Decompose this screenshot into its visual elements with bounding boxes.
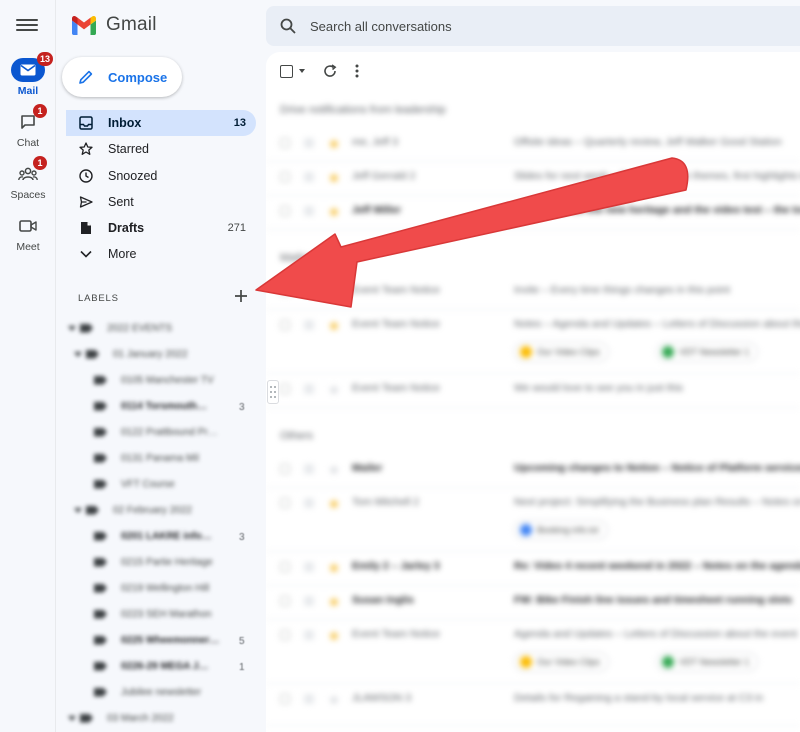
- rail-item-spaces[interactable]: 1 Spaces: [0, 156, 56, 201]
- nav-item-inbox[interactable]: Inbox 13: [66, 110, 256, 136]
- list-toolbar: [266, 52, 800, 90]
- label-item[interactable]: 0201 LAKRE info…: [94, 527, 212, 545]
- label-item[interactable]: 0114 Torsmouth…: [94, 397, 207, 415]
- label-item[interactable]: Jubilee newsletter: [94, 683, 201, 701]
- nav-item-more[interactable]: More: [66, 241, 256, 267]
- rail-item-label: Meet: [16, 241, 40, 253]
- label-count: 5: [239, 636, 245, 647]
- search-input[interactable]: Search all conversations: [310, 19, 452, 34]
- draft-icon: [78, 220, 94, 236]
- label-item[interactable]: 0122 Prattbound Pr…: [94, 423, 218, 441]
- chat-badge: 1: [33, 104, 47, 118]
- table-row[interactable]: Susan Inglis FW: Bike Finish line issues …: [266, 588, 800, 620]
- label-item[interactable]: 0105 Manchester TV: [94, 371, 214, 389]
- pencil-icon: [79, 70, 93, 84]
- main-menu-icon[interactable]: [16, 14, 38, 36]
- label-item[interactable]: 0219 Wellington Hill: [94, 579, 209, 597]
- top-bar: Search all conversations: [264, 0, 800, 52]
- rail-item-label: Mail: [17, 85, 39, 97]
- mail-icon: 13: [11, 52, 53, 82]
- sidebar: Gmail Compose Inbox 13 Starred Snoozed S…: [56, 0, 264, 732]
- rail-item-label: Chat: [16, 137, 40, 149]
- mail-list-panel: Drive notifications from leadership me, …: [266, 52, 800, 732]
- label-item[interactable]: 0131 Panama Mil: [94, 449, 199, 467]
- search-bar[interactable]: Search all conversations: [266, 6, 800, 46]
- table-row[interactable]: Jeff Miller Quick note on the new heritag…: [266, 198, 800, 230]
- label-count: 1: [239, 662, 245, 673]
- nav-label: Drafts: [108, 221, 145, 236]
- label-item[interactable]: 01 January 2022: [74, 345, 188, 363]
- compose-button[interactable]: Compose: [62, 57, 182, 97]
- select-all-checkbox[interactable]: [280, 64, 293, 78]
- app-rail: 13 Mail 1 Chat 1 Spaces Meet: [0, 0, 56, 732]
- label-count: 3: [239, 402, 245, 413]
- section-header: Drive notifications from leadership: [280, 104, 446, 116]
- gmail-logo[interactable]: Gmail: [72, 14, 157, 36]
- section-header: Others: [280, 430, 314, 442]
- folder-nav: Inbox 13 Starred Snoozed Sent Drafts 271…: [66, 110, 256, 268]
- table-row[interactable]: Event Team Notice Invite – Every time thi…: [266, 278, 800, 310]
- spaces-icon: 1: [11, 156, 47, 186]
- meet-icon: [11, 214, 45, 238]
- label-count: 3: [239, 532, 245, 543]
- nav-label: Inbox: [108, 116, 142, 130]
- nav-item-sent[interactable]: Sent: [66, 189, 256, 215]
- labels-heading: LABELS: [78, 293, 119, 304]
- label-item[interactable]: 03 March 2022: [68, 709, 174, 727]
- more-options-icon[interactable]: [355, 64, 359, 78]
- star-icon: [78, 141, 94, 157]
- refresh-icon[interactable]: [323, 64, 337, 78]
- drafts-count: 271: [227, 222, 246, 235]
- spaces-badge: 1: [33, 156, 47, 170]
- nav-label: Sent: [108, 194, 134, 209]
- send-icon: [78, 194, 94, 210]
- gmail-m-icon: [72, 15, 96, 35]
- nav-item-drafts[interactable]: Drafts 271: [66, 215, 256, 241]
- rail-item-label: Spaces: [10, 189, 46, 201]
- label-item[interactable]: 2022 EVENTS: [68, 319, 172, 337]
- rail-item-meet[interactable]: Meet: [0, 214, 56, 253]
- compose-label: Compose: [108, 69, 168, 85]
- nav-label: More: [108, 247, 137, 262]
- label-item[interactable]: 0223 SEH Marathon: [94, 605, 212, 623]
- inbox-count: 13: [233, 117, 246, 129]
- table-row[interactable]: Emily 2 – Jarley 3 Re: Video 4 recent wee…: [266, 554, 800, 586]
- nav-label: Starred: [108, 142, 149, 157]
- rail-item-mail[interactable]: 13 Mail: [0, 52, 56, 97]
- clock-icon: [78, 168, 94, 184]
- table-row[interactable]: Event Team Notice Agenda and Updates – Le…: [266, 622, 800, 684]
- table-row[interactable]: JLAWSON 3 Details for Regaining a stand-b…: [266, 686, 800, 726]
- nav-item-snoozed[interactable]: Snoozed: [66, 163, 256, 189]
- blurred-conversation-list: Drive notifications from leadership me, …: [266, 92, 800, 732]
- label-item[interactable]: 0226-29 MEGA J…: [94, 657, 208, 675]
- table-row[interactable]: Mailer Upcoming changes to Notion – Notic…: [266, 456, 800, 488]
- label-item[interactable]: 0215 Partie Heritage: [94, 553, 213, 571]
- table-row[interactable]: Jeff Gerrald 2 Slides for next week – Som…: [266, 164, 800, 196]
- search-icon[interactable]: [280, 18, 296, 34]
- chevron-down-icon: [78, 246, 94, 262]
- select-dropdown-icon[interactable]: [299, 69, 305, 73]
- panel-resize-handle[interactable]: [267, 380, 279, 404]
- table-row[interactable]: me, Jeff 3 Offsite ideas – Quarterly revi…: [266, 130, 800, 162]
- inbox-icon: [78, 115, 94, 131]
- table-row[interactable]: Tom Mitchell 2 Next project: Simplifying …: [266, 490, 800, 552]
- nav-label: Snoozed: [108, 168, 158, 183]
- chat-icon: 1: [11, 104, 47, 134]
- label-item[interactable]: 0225 Wheemonner…: [94, 631, 219, 649]
- app-name: Gmail: [106, 14, 157, 35]
- add-label-icon[interactable]: [232, 287, 250, 305]
- table-row[interactable]: Event Team Notice We would love to see yo…: [266, 376, 800, 408]
- mail-badge: 13: [36, 52, 53, 66]
- section-header: Mailing list: [280, 252, 332, 264]
- table-row[interactable]: Event Team Notice Notes – Agenda and Upda…: [266, 312, 800, 374]
- nav-item-starred[interactable]: Starred: [66, 136, 256, 162]
- rail-item-chat[interactable]: 1 Chat: [0, 104, 56, 149]
- label-item[interactable]: 02 February 2022: [74, 501, 192, 519]
- label-item[interactable]: VFT Course: [94, 475, 175, 493]
